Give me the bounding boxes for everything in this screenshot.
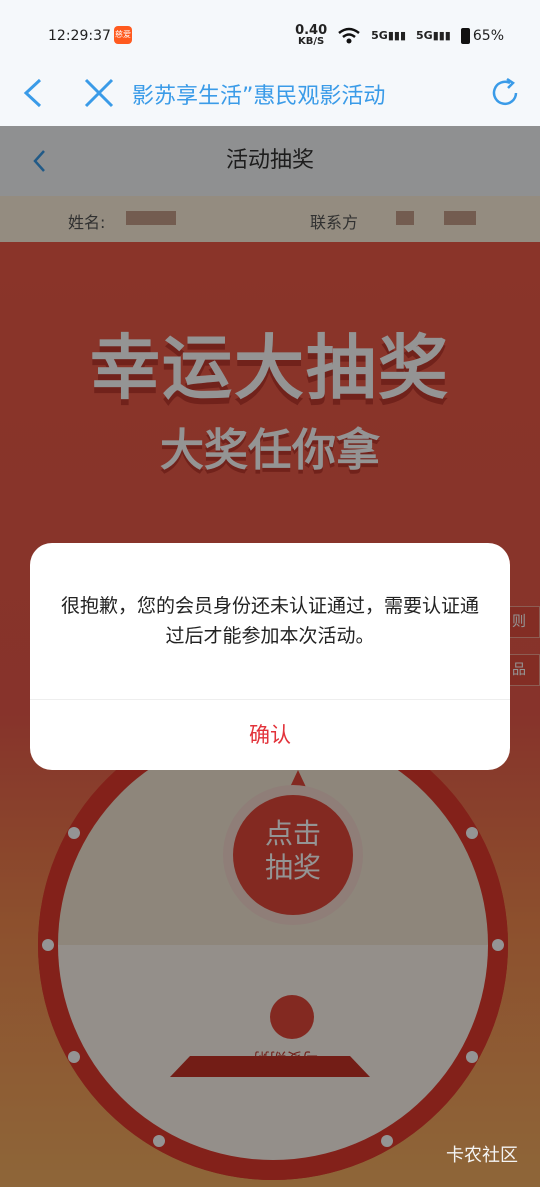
- watermark: 卡农社区: [446, 1145, 518, 1166]
- status-right: 0.40 KB/S 5G▮▮▮ 5G▮▮▮ 65%: [295, 24, 504, 47]
- browser-navbar: 影苏享生活”惠民观影活动: [0, 62, 540, 126]
- signal-5g-2-icon: 5G▮▮▮: [416, 29, 451, 42]
- status-time: 12:29:37: [48, 28, 111, 44]
- app-notification-icon: 慈爱: [114, 26, 132, 44]
- back-icon[interactable]: [18, 76, 48, 110]
- battery-icon: [460, 27, 470, 44]
- refresh-icon[interactable]: [488, 76, 522, 110]
- wifi-icon: [338, 27, 360, 43]
- dialog-message: 很抱歉，您的会员身份还未认证通过，需要认证通过后才能参加本次活动。: [60, 595, 479, 647]
- alert-dialog: 很抱歉，您的会员身份还未认证通过，需要认证通过后才能参加本次活动。 确认: [30, 543, 510, 770]
- close-icon[interactable]: [82, 76, 116, 110]
- status-bar: 12:29:37 慈爱 0.40 KB/S 5G▮▮▮ 5G▮▮▮ 65%: [0, 0, 540, 62]
- network-speed: 0.40 KB/S: [295, 23, 328, 47]
- signal-5g-1-icon: 5G▮▮▮: [371, 29, 407, 42]
- page-title: 影苏享生活”惠民观影活动: [132, 84, 386, 108]
- battery-indicator: 65%: [460, 27, 504, 44]
- confirm-button[interactable]: 确认: [30, 700, 510, 770]
